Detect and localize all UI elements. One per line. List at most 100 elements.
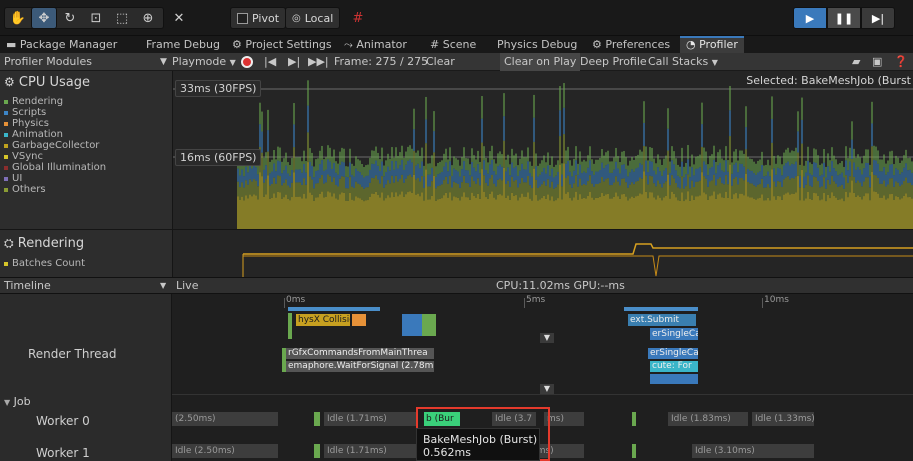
save-icon[interactable]: ▣ — [872, 53, 882, 71]
tab-package-manager[interactable]: ▬ Package Manager — [0, 36, 123, 53]
cpu-sample-bar — [567, 160, 569, 176]
worker1-idle[interactable]: Idle (1.71ms) — [324, 444, 416, 458]
cpu-usage-chart[interactable]: 33ms (30FPS) 16ms (60FPS) Selected: Bake… — [172, 71, 913, 229]
legend-item-global-illumination[interactable]: Global Illumination — [4, 162, 106, 173]
cpu-sample-bar — [899, 162, 901, 175]
cpu-sample-bar — [639, 193, 641, 229]
tab-frame-debug[interactable]: Frame Debug — [140, 36, 226, 53]
profiler-modules-dropdown[interactable]: Profiler Modules — [4, 53, 92, 71]
grid-snap-icon[interactable]: # — [348, 8, 368, 28]
target-dropdown[interactable]: Playmode ▼ — [172, 53, 236, 71]
call-stacks-dropdown[interactable]: Call Stacks ▼ — [648, 53, 718, 71]
cpu-sample-bar — [835, 183, 837, 198]
worker0-idle[interactable]: (2.50ms) — [172, 412, 278, 426]
gfx-commands-block[interactable]: rGfxCommandsFromMainThrea — [286, 348, 434, 359]
tab-preferences[interactable]: ⚙ Preferences — [586, 36, 676, 53]
cpu-sample-bar — [605, 152, 607, 166]
worker1-job-block[interactable] — [632, 444, 636, 458]
job-group-toggle[interactable]: ▼ Job — [4, 395, 31, 408]
worker-1-label[interactable]: Worker 1 — [36, 446, 90, 460]
legend-item-physics[interactable]: Physics — [4, 118, 49, 129]
cpu-sample-bar — [761, 178, 763, 195]
render-single-camera-block[interactable]: erSingleCa — [648, 348, 698, 359]
legend-item-ui[interactable]: UI — [4, 173, 22, 184]
cpu-sample-bar — [601, 149, 603, 163]
render-single-camera-block[interactable]: erSingleCa — [650, 328, 698, 340]
custom-tool-icon[interactable]: ✕ — [168, 8, 190, 28]
cpu-sample-bar — [741, 178, 743, 194]
transform-tool-icon[interactable]: ⊕ — [138, 8, 158, 28]
legend-item-vsync[interactable]: VSync — [4, 151, 43, 162]
clear-button[interactable]: Clear — [426, 53, 455, 71]
hand-tool-icon[interactable]: ✋ — [8, 8, 28, 28]
cpu-sample-bar — [555, 175, 557, 188]
expand-thread-icon[interactable]: ▼ — [540, 333, 554, 343]
context-submit-block[interactable]: ext.Submit — [628, 314, 696, 326]
play-button[interactable]: ▶ — [793, 7, 827, 29]
tab-scene[interactable]: # Scene — [424, 36, 482, 53]
first-frame-icon[interactable]: |◀ — [264, 53, 276, 71]
physx-collision-block[interactable]: hysX CollisionD — [296, 314, 350, 326]
cpu-sample-bar — [441, 160, 443, 172]
worker1-idle[interactable]: Idle (3.10ms) — [692, 444, 814, 458]
physics-block[interactable] — [352, 314, 366, 326]
rect-tool-icon[interactable]: ⬚ — [112, 8, 132, 28]
tab-profiler[interactable]: ◔ Profiler — [680, 36, 744, 53]
worker0-job-block[interactable] — [632, 412, 636, 426]
cpu-sample-bar — [569, 184, 571, 199]
expand-thread-icon[interactable]: ▼ — [540, 384, 554, 394]
last-frame-icon[interactable]: ▶▶| — [308, 53, 329, 71]
help-icon[interactable]: ❓ — [894, 53, 908, 71]
pause-button[interactable]: ❚❚ — [827, 7, 861, 29]
render-thread-label[interactable]: Render Thread — [28, 347, 117, 361]
scripts-block[interactable] — [402, 314, 422, 336]
worker1-idle[interactable]: Idle (2.50ms) — [172, 444, 278, 458]
legend-item-rendering[interactable]: Rendering — [4, 96, 63, 107]
cpu-usage-module-title[interactable]: ⚙ CPU Usage — [4, 75, 90, 90]
deep-profile-toggle[interactable]: Deep Profile — [580, 53, 647, 71]
tab-animator[interactable]: ⤳ Animator — [338, 36, 413, 53]
record-button[interactable] — [241, 56, 253, 68]
live-toggle[interactable]: Live — [176, 278, 198, 294]
execute-for-block[interactable]: cute: For — [650, 361, 698, 372]
legend-item-garbage-collector[interactable]: GarbageCollector — [4, 140, 99, 151]
timeline-view[interactable]: 0ms 5ms 10ms hysX CollisionD ext.Submit … — [172, 294, 913, 461]
semaphore-wait-block[interactable]: emaphore.WaitForSignal (2.78m — [286, 361, 434, 372]
cpu-sample-bar — [559, 164, 561, 229]
cpu-sample-bar — [563, 134, 565, 164]
tab-physics-debug[interactable]: Physics Debug — [491, 36, 583, 53]
pivot-toggle[interactable]: Pivot — [230, 7, 287, 29]
worker0-idle[interactable]: Idle (1.83ms) — [668, 412, 748, 426]
clear-on-play-toggle[interactable]: Clear on Play — [500, 53, 581, 71]
worker1-job-block[interactable] — [314, 444, 320, 458]
worker0-idle[interactable]: ms) — [544, 412, 584, 426]
worker-0-label[interactable]: Worker 0 — [36, 414, 90, 428]
scale-tool-icon[interactable]: ⊡ — [86, 8, 106, 28]
rendering-module-title[interactable]: ⛭ Rendering — [4, 236, 84, 251]
cpu-sample-bar — [885, 163, 887, 175]
step-button[interactable]: ▶| — [861, 7, 895, 29]
legend-item-batches-count[interactable]: Batches Count — [4, 258, 85, 269]
render-frame-block[interactable] — [624, 307, 698, 311]
cpu-sample-bar — [503, 140, 505, 168]
main-thread-block[interactable] — [288, 313, 292, 339]
worker0-idle[interactable]: Idle (1.33ms) — [752, 412, 814, 426]
legend-item-animation[interactable]: Animation — [4, 129, 63, 140]
rendering-block[interactable] — [422, 314, 436, 336]
tab-project-settings[interactable]: ⚙ Project Settings — [226, 36, 338, 53]
load-icon[interactable]: ▰ — [852, 53, 860, 71]
next-frame-icon[interactable]: ▶| — [288, 53, 300, 71]
view-mode-dropdown[interactable]: Timeline — [4, 278, 51, 294]
rendering-chart[interactable] — [172, 229, 913, 278]
worker0-job-block[interactable] — [314, 412, 320, 426]
cpu-sample-bar — [329, 147, 331, 162]
worker0-idle[interactable]: Idle (1.71ms) — [324, 412, 416, 426]
render-sub-block[interactable] — [650, 374, 698, 384]
main-thread-frame-block[interactable] — [288, 307, 380, 311]
cpu-sample-bar — [551, 196, 553, 229]
rotate-tool-icon[interactable]: ↻ — [60, 8, 80, 28]
local-toggle[interactable]: ◎ Local — [285, 7, 341, 29]
cpu-sample-bar — [659, 197, 661, 229]
legend-item-others[interactable]: Others — [4, 184, 46, 195]
legend-item-scripts[interactable]: Scripts — [4, 107, 46, 118]
